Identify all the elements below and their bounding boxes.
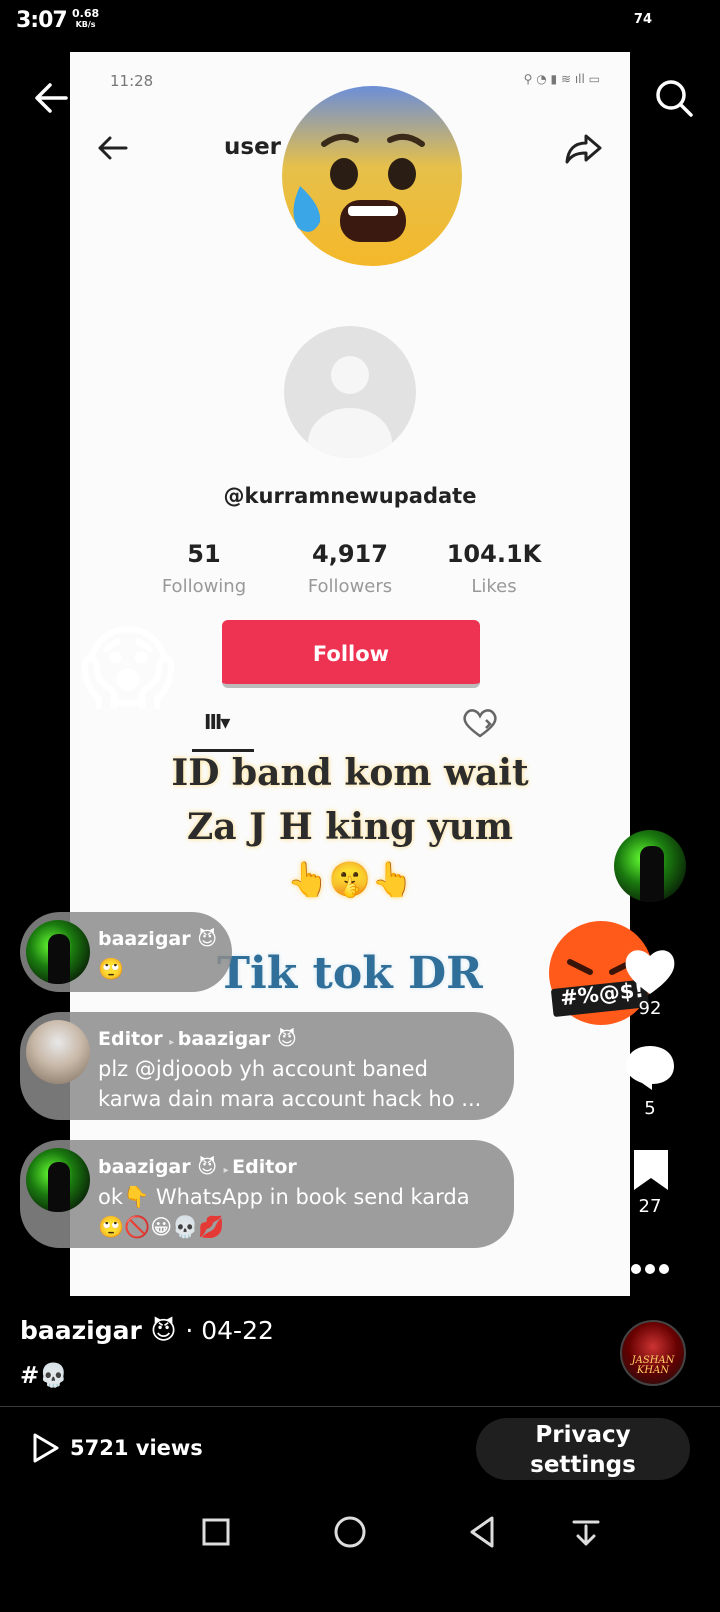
comment-author-line: baazigar 😈 ▸ Editor (98, 1156, 297, 1178)
post-caption-hashtag[interactable]: #💀 (20, 1362, 68, 1389)
views-count: 5721 views (70, 1436, 203, 1460)
network-speed-unit: KB/s (75, 20, 96, 29)
comment-text: 🙄 (98, 957, 125, 981)
battery-level: 74 (633, 12, 652, 27)
comment-avatar (26, 1020, 90, 1084)
comment-icon (626, 1046, 674, 1090)
comment-text-line-2: 🙄🚫😀💀💋 (98, 1215, 225, 1239)
video-inner-status-icons: ⚲ ◔ ▮ ≋ ıll ▭ (523, 72, 600, 86)
anxious-face-emoji (282, 86, 462, 266)
like-count: 92 (638, 998, 662, 1019)
notification-shade-button[interactable] (566, 1512, 606, 1552)
grid-icon: III▾ (204, 710, 230, 734)
comment-text-line-1: ok👇 WhatsApp in book send karda (98, 1185, 470, 1209)
search-icon (656, 80, 693, 117)
circle-icon (334, 1516, 366, 1548)
video-share-icon (564, 130, 604, 166)
liked-videos-icon (460, 706, 500, 740)
stat-following-value: 51 (187, 540, 221, 568)
square-icon (202, 1518, 230, 1546)
video-follow-button: Follow (222, 620, 480, 688)
stat-followers-label: Followers (307, 576, 393, 597)
privacy-settings-button[interactable]: Privacy settings (476, 1418, 690, 1480)
stat-followers-value: 4,917 (312, 540, 388, 568)
comment-text-line-1: plz @jdjooob yh account baned (98, 1057, 428, 1081)
save-button[interactable] (632, 1148, 670, 1192)
post-date: · 04-22 (185, 1316, 274, 1345)
play-icon (33, 1433, 59, 1463)
video-back-arrow-icon (94, 130, 130, 166)
comment-author: Editor (98, 1028, 163, 1050)
home-button[interactable] (330, 1512, 370, 1552)
music-disc[interactable]: JASHAN KHAN (620, 1320, 686, 1386)
save-count: 27 (638, 1196, 662, 1217)
back-button[interactable] (30, 76, 74, 120)
comment-avatar (26, 1148, 90, 1212)
reply-arrow-icon: ▸ (223, 1165, 233, 1176)
comment-author: baazigar 😈 (98, 1156, 218, 1178)
overlay-text-line-1: ID band kom wait (171, 752, 529, 794)
status-bar: 3:07 0.68 KB/s 74 (0, 0, 720, 44)
comment-button[interactable] (624, 1042, 676, 1092)
more-icon (631, 1264, 669, 1274)
comment-author-line: Editor ▸ baazigar 😈 (98, 1028, 297, 1050)
arrow-left-icon (35, 83, 68, 113)
search-button[interactable] (652, 76, 696, 120)
pull-down-icon (572, 1520, 600, 1546)
reply-arrow-icon: ▸ (169, 1037, 178, 1048)
privacy-settings-label-line-1: Privacy (535, 1422, 631, 1448)
post-author[interactable]: baazigar 😈 (20, 1316, 177, 1345)
comment-avatar (26, 920, 90, 984)
stat-following-label: Following (161, 576, 247, 597)
post-author-line[interactable]: baazigar 😈 · 04-22 (20, 1316, 274, 1345)
status-time: 3:07 (16, 8, 68, 33)
system-navigation-bar (0, 1500, 720, 1612)
heart-icon (625, 950, 675, 994)
stat-likes-value: 104.1K (446, 540, 542, 568)
system-back-button[interactable] (462, 1512, 502, 1552)
creator-avatar[interactable] (614, 830, 686, 902)
music-disc-label: JASHAN KHAN (631, 1355, 675, 1376)
comment-bubble: Editor ▸ baazigar 😈 plz @jdjooob yh acco… (20, 1012, 514, 1120)
video-inner-time: 11:28 (110, 72, 154, 90)
video-profile-username: user (224, 134, 282, 160)
bookmark-icon (634, 1150, 668, 1190)
recents-button[interactable] (196, 1512, 236, 1552)
stat-followers: 4,917 Followers (280, 540, 420, 597)
overlay-text-line-2: Za J H king yum (187, 806, 513, 848)
like-button[interactable] (622, 944, 678, 998)
video-profile-handle: @kurramnewupadate (223, 484, 477, 508)
scream-face-emoji: 😱 (80, 615, 176, 722)
privacy-settings-label-line-2: settings (530, 1452, 636, 1478)
stat-likes: 104.1K Likes (424, 540, 564, 597)
comment-reply-to: baazigar 😈 (177, 1028, 297, 1050)
divider (0, 1406, 720, 1407)
comment-author: baazigar 😈 (98, 928, 218, 950)
comment-bubble: baazigar 😈 🙄 (20, 912, 232, 992)
more-options-button[interactable] (628, 1258, 672, 1280)
network-speed: 0.68 KB/s (72, 8, 99, 30)
comment-reply-to: Editor (232, 1156, 297, 1178)
video-grid-tab: III▾ (192, 704, 254, 752)
stat-following: 51 Following (134, 540, 274, 597)
comment-bubble: baazigar 😈 ▸ Editor ok👇 WhatsApp in book… (20, 1140, 514, 1248)
overlay-text-line-3: 👆🤫👆 (286, 860, 414, 900)
triangle-back-icon (470, 1516, 494, 1548)
stat-likes-label: Likes (471, 576, 517, 597)
comment-count: 5 (644, 1098, 656, 1119)
comment-text-line-2: karwa dain mara account hack ho ... (98, 1087, 482, 1111)
video-profile-avatar (284, 326, 416, 458)
